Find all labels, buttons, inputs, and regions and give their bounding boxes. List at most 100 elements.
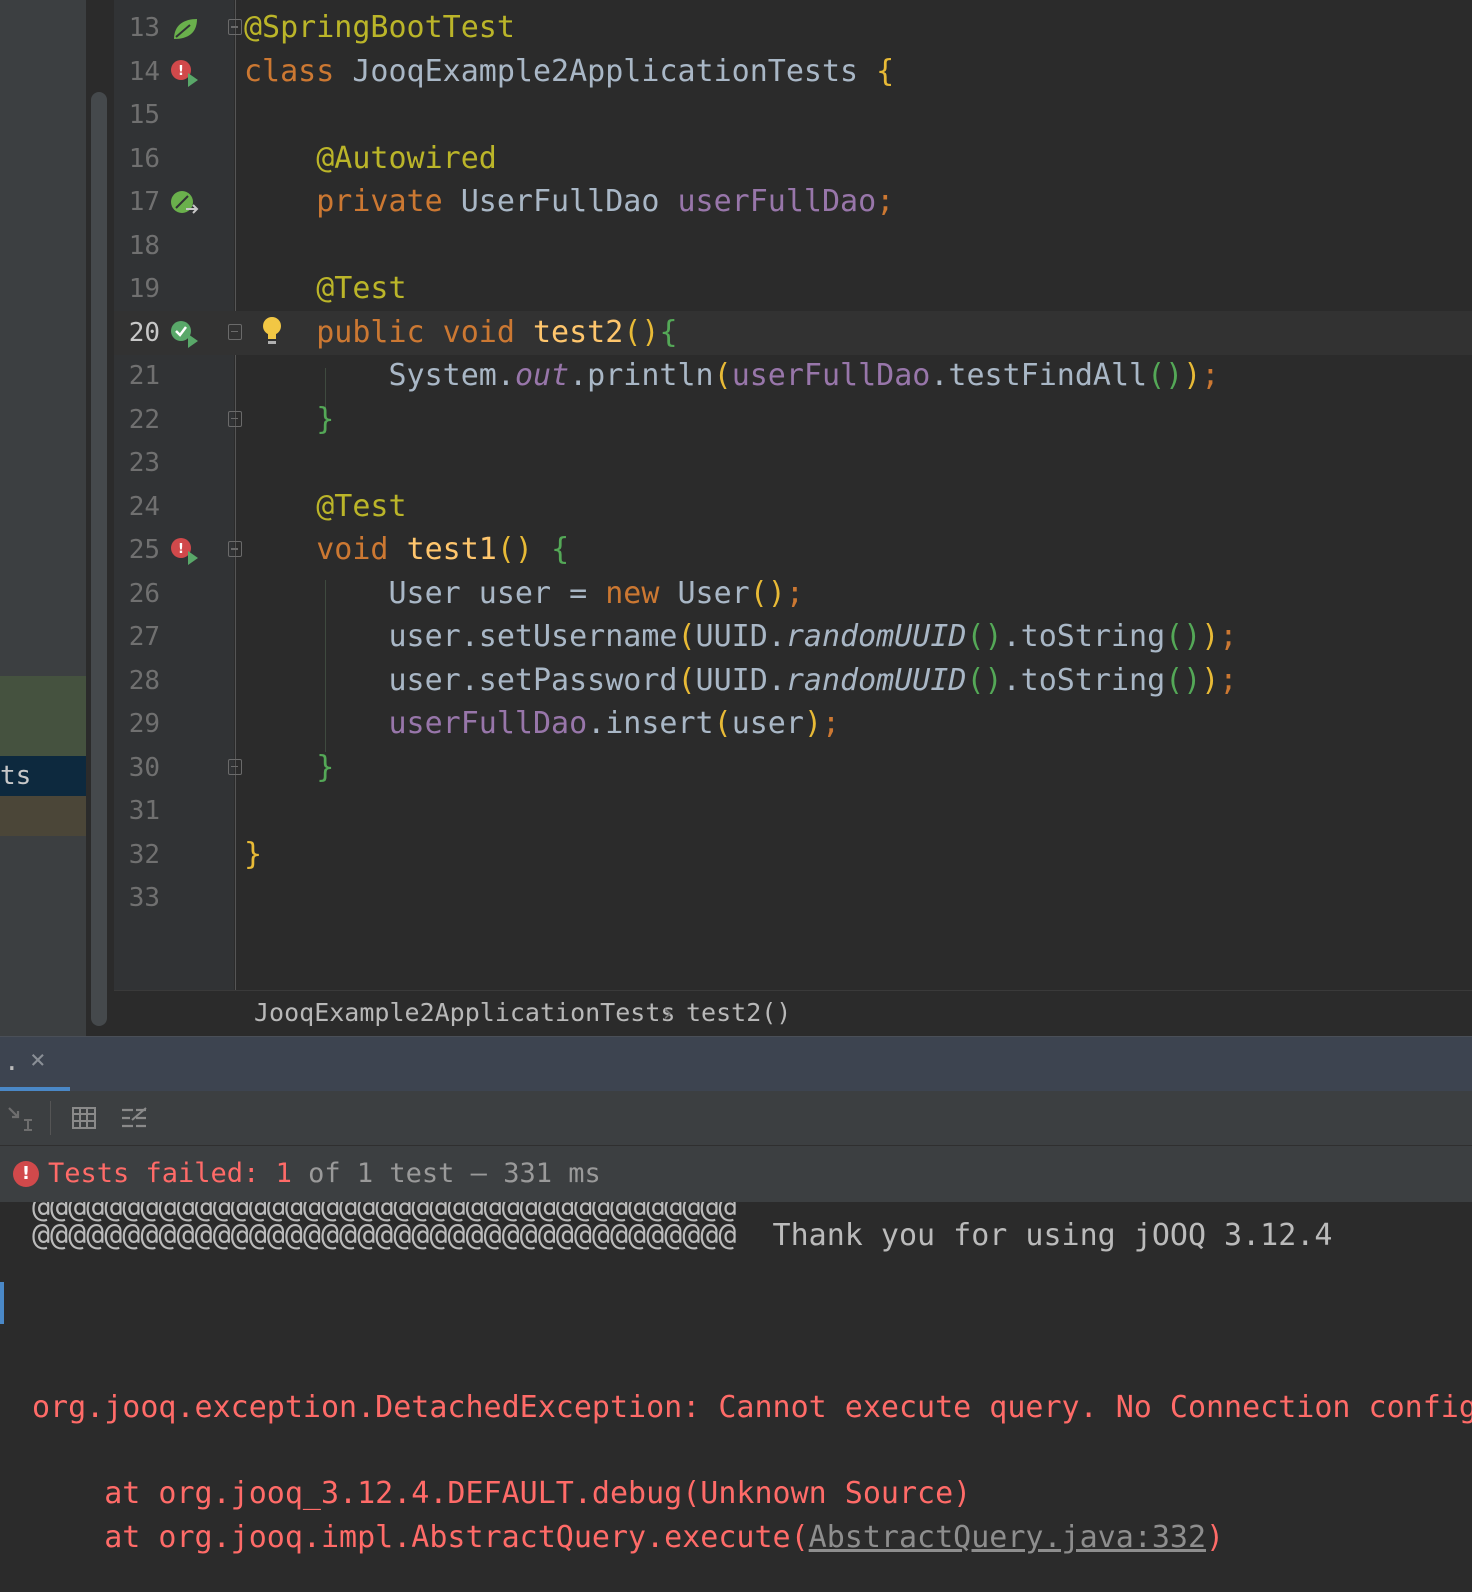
code-text[interactable]: } [244,746,334,790]
code-text[interactable]: private UserFullDao userFullDao; [244,180,894,224]
code-line[interactable]: 18 [114,224,1472,268]
code-token: () [966,619,1003,654]
line-number[interactable]: 31 [114,789,160,833]
code-token: } [316,401,335,437]
breadcrumb-method[interactable]: test2() [686,991,791,1035]
line-number[interactable]: 20 [114,311,160,355]
code-text[interactable]: @Test [244,485,406,529]
code-text[interactable]: user.setPassword(UUID.randomUUID().toStr… [244,659,1237,703]
line-number[interactable]: 19 [114,267,160,311]
status-total: 1 test [356,1158,455,1189]
code-text[interactable]: } [244,833,262,877]
code-text[interactable]: User user = new User(); [244,572,803,616]
code-token: user.setUsername [244,619,678,654]
breadcrumb-class[interactable]: JooqExample2ApplicationTests [254,991,675,1035]
line-number[interactable]: 26 [114,572,160,616]
line-number[interactable]: 22 [114,398,160,442]
line-number[interactable]: 29 [114,702,160,746]
fold-marker-icon[interactable] [228,541,242,557]
code-editor[interactable]: 13 @SpringBootTest 14! class JooqExample2Ap… [114,0,1472,990]
code-token: ; [1201,358,1220,393]
project-tree-row[interactable] [0,676,86,756]
console-marker [0,1282,4,1324]
vertical-scrollbar[interactable] [91,92,107,1026]
line-number[interactable]: 27 [114,615,160,659]
run-test-failed-icon[interactable]: ! [170,59,200,87]
console-output[interactable]: @@@@@@@@@@@@@@@@@@@@@@@@@@@@@@@@@@@@@@@ @… [0,1202,1472,1592]
code-line[interactable]: 27 user.setUsername(UUID.randomUUID().to… [114,615,1472,659]
code-line[interactable]: 32} [114,833,1472,877]
code-line[interactable]: 16 @Autowired [114,137,1472,181]
code-line[interactable]: 15 [114,93,1472,137]
line-number[interactable]: 24 [114,485,160,529]
code-text[interactable]: user.setUsername(UUID.randomUUID().toStr… [244,615,1237,659]
code-text[interactable]: @SpringBootTest [244,6,515,50]
line-number[interactable]: 30 [114,746,160,790]
fold-marker-icon[interactable] [228,323,242,340]
code-line[interactable]: 33 [114,876,1472,920]
console-text: at org.jooq_3.12.4.DEFAULT.debug(Unknown… [32,1476,972,1511]
code-line[interactable]: 14! class JooqExample2ApplicationTests { [114,50,1472,94]
code-text[interactable]: class JooqExample2ApplicationTests { [244,50,894,94]
code-text[interactable]: System.out.println(userFullDao.testFindA… [244,354,1219,398]
code-token: userFullDao [388,706,588,741]
filter-icon[interactable] [120,1104,148,1132]
code-token: .insert [587,706,714,741]
code-line[interactable]: 24 @Test [114,485,1472,529]
spring-bean-icon[interactable] [170,15,200,43]
line-number[interactable]: 15 [114,93,160,137]
fold-marker-icon[interactable] [228,758,242,775]
code-line[interactable]: 13 @SpringBootTest [114,6,1472,50]
line-number[interactable]: 17 [114,180,160,224]
code-line[interactable]: 19 @Test [114,267,1472,311]
tab-close-icon[interactable]: × [30,1045,46,1075]
code-line[interactable]: 25! void test1() { [114,528,1472,572]
tab-run[interactable]: . [4,1047,20,1077]
code-line[interactable]: 20 public void test2(){ [114,310,1472,355]
line-number[interactable]: 18 [114,224,160,268]
project-tree-row[interactable] [0,796,86,836]
code-text[interactable]: public void test2(){ [244,311,677,355]
code-line[interactable]: 22 } [114,398,1472,442]
code-text[interactable]: userFullDao.insert(user); [244,702,841,746]
fold-marker-icon[interactable] [228,410,242,427]
run-test-failed-icon[interactable]: ! [170,537,200,565]
code-line[interactable]: 31 [114,789,1472,833]
line-number[interactable]: 32 [114,833,160,877]
line-number[interactable]: 14 [114,50,160,94]
code-line[interactable]: 17 private UserFullDao userFullDao; [114,180,1472,224]
code-text[interactable]: } [244,398,334,442]
code-line[interactable]: 23 [114,441,1472,485]
fold-marker-icon[interactable] [228,19,242,35]
console-line: at org.jooq_3.12.4.DEFAULT.debug(Unknown… [32,1474,971,1514]
line-number[interactable]: 33 [114,876,160,920]
table-icon[interactable] [70,1104,98,1132]
code-line[interactable]: 21 System.out.println(userFullDao.testFi… [114,354,1472,398]
code-text[interactable]: @Test [244,267,406,311]
code-token: .println [569,358,714,393]
console-text: ) [1206,1520,1225,1555]
run-test-passed-icon[interactable] [170,320,200,348]
autowired-bean-icon[interactable] [170,189,200,217]
code-line[interactable]: 30 } [114,746,1472,790]
line-number[interactable]: 23 [114,441,160,485]
line-number[interactable]: 16 [114,137,160,181]
line-number[interactable]: 25 [114,528,160,572]
code-text[interactable]: @Autowired [244,137,497,181]
code-line[interactable]: 29 userFullDao.insert(user); [114,702,1472,746]
code-token: @SpringBootTest [244,10,515,45]
code-token: () [966,662,1003,698]
code-token: ) [1201,662,1220,698]
sort-icon[interactable] [6,1104,34,1132]
code-line[interactable]: 28 user.setPassword(UUID.randomUUID().to… [114,659,1472,703]
code-line[interactable]: 26 User user = new User(); [114,572,1472,616]
code-text[interactable]: void test1() { [244,528,569,572]
line-number[interactable]: 13 [114,6,160,50]
line-number[interactable]: 28 [114,659,160,703]
code-token: @Autowired [316,140,497,176]
stacktrace-link[interactable]: AbstractQuery.java:332 [809,1520,1206,1555]
line-number[interactable]: 21 [114,354,160,398]
